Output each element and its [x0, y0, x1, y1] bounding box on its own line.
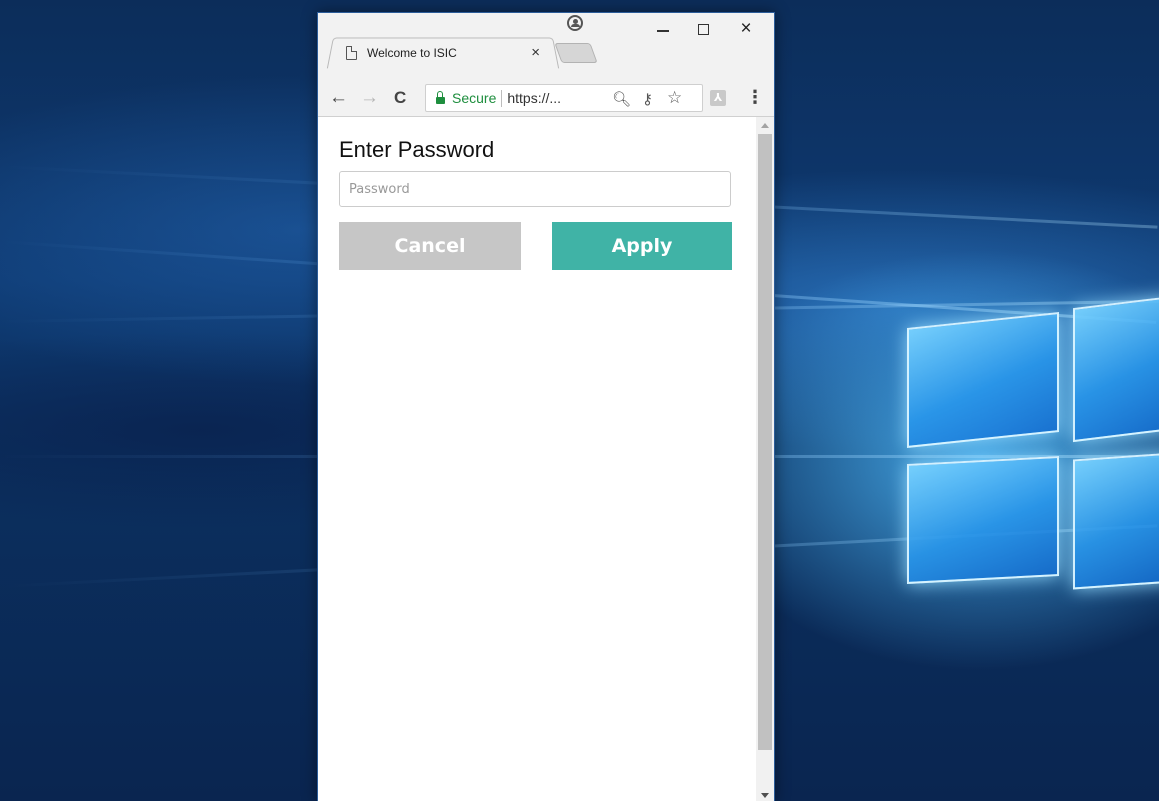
menu-icon[interactable]: ⋮ [746, 87, 764, 107]
windows-logo-pane [907, 456, 1059, 584]
password-input[interactable] [339, 171, 731, 207]
close-window-button[interactable]: × [731, 17, 761, 41]
scroll-thumb[interactable] [758, 134, 772, 750]
maximize-icon [697, 23, 709, 35]
page-content: Enter Password Cancel Apply [318, 117, 756, 801]
page-icon [346, 45, 357, 60]
lock-icon[interactable] [436, 90, 445, 104]
forward-icon[interactable]: → [360, 88, 379, 107]
page-title: Enter Password [339, 137, 495, 162]
browser-window: Welcome to ISIC × × ← → C Secure https:/… [317, 12, 775, 801]
windows-logo-pane [1073, 452, 1159, 590]
windows-logo [895, 290, 1159, 610]
profile-icon[interactable] [567, 15, 583, 31]
cancel-button[interactable]: Cancel [339, 222, 521, 270]
minimize-icon [657, 30, 669, 32]
tab-welcome[interactable]: Welcome to ISIC × [338, 37, 552, 68]
scroll-up-icon[interactable] [761, 123, 769, 128]
divider [501, 89, 503, 107]
minimize-button[interactable] [648, 17, 678, 41]
back-icon[interactable]: ← [329, 88, 348, 107]
windows-logo-pane [1073, 295, 1159, 443]
reload-icon[interactable]: C [394, 88, 406, 107]
maximize-button[interactable] [688, 17, 718, 41]
secure-label[interactable]: Secure [452, 90, 496, 106]
url-text[interactable]: https://... [507, 90, 561, 106]
windows-logo-pane [907, 312, 1059, 448]
apply-button[interactable]: Apply [552, 222, 732, 270]
tab-title: Welcome to ISIC [367, 45, 457, 60]
scroll-down-icon[interactable] [761, 793, 769, 798]
new-tab-button[interactable] [554, 43, 598, 63]
pdf-extension-icon[interactable]: ⅄ [710, 90, 726, 106]
key-icon[interactable]: ⚷ [642, 90, 653, 108]
star-icon[interactable]: ☆ [667, 88, 682, 108]
scrollbar[interactable] [756, 117, 774, 801]
browser-toolbar: ← → C Secure https://... 🔍︎ ⚷ ☆ ⅄ ⋮ [318, 79, 774, 117]
title-bar: Welcome to ISIC × × [318, 13, 774, 79]
address-bar[interactable]: Secure https://... 🔍︎ ⚷ ☆ [425, 84, 703, 112]
tab-close-icon[interactable]: × [531, 45, 540, 60]
zoom-icon[interactable]: 🔍︎ [612, 90, 631, 108]
